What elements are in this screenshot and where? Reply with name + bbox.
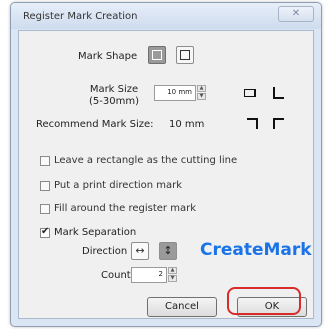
mark-separation-checkbox[interactable]: ✔ <box>40 226 50 238</box>
count-stepper[interactable]: ▲ ▼ <box>168 267 177 283</box>
cancel-button[interactable]: Cancel <box>147 297 217 317</box>
corner-br-icon <box>156 54 162 60</box>
spin-up-icon[interactable]: ▲ <box>197 85 206 92</box>
spin-down-icon[interactable]: ▼ <box>197 93 206 100</box>
checkmark-icon: ✔ <box>41 226 50 237</box>
mark-shape-corner-button[interactable] <box>148 46 166 64</box>
fill-around-label: Fill around the register mark <box>54 203 196 214</box>
count-up-icon[interactable]: ▲ <box>168 267 177 274</box>
register-mark-dialog: Register Mark Creation ✕ Mark Shape Mark… <box>10 2 322 327</box>
createmark-annotation: CreateMark <box>200 240 312 260</box>
rect-cut-checkbox[interactable] <box>40 156 50 166</box>
count-down-icon[interactable]: ▼ <box>168 275 177 282</box>
preview-small-rect-icon <box>244 89 256 97</box>
close-button[interactable]: ✕ <box>278 6 314 22</box>
mark-size-label: Mark Size <box>89 84 139 95</box>
mark-size-stepper[interactable]: ▲ ▼ <box>197 85 206 101</box>
recommend-size-value: 10 mm <box>169 119 205 130</box>
count-input[interactable]: 2 <box>131 267 167 283</box>
fill-around-checkbox[interactable] <box>40 204 50 214</box>
recommend-size-label: Recommend Mark Size: <box>36 119 154 130</box>
direction-horizontal-button[interactable]: ↔ <box>131 242 149 260</box>
bracket-br-icon <box>184 54 190 60</box>
mark-shape-label: Mark Shape <box>78 51 138 62</box>
rect-cut-label: Leave a rectangle as the cutting line <box>54 155 238 166</box>
preview-corner-bl-icon <box>247 118 258 129</box>
mark-separation-label: Mark Separation <box>54 227 137 238</box>
mark-size-range: (5-30mm) <box>89 96 139 107</box>
mark-shape-bracket-button[interactable] <box>176 46 194 64</box>
preview-corner-br-icon <box>273 118 284 129</box>
dialog-title: Register Mark Creation <box>23 11 138 22</box>
direction-label: Direction <box>82 246 128 257</box>
print-direction-label: Put a print direction mark <box>54 180 183 191</box>
ok-highlight-ring <box>227 287 301 315</box>
dialog-body: Mark Shape Mark Size (5-30mm) 10 mm ▲ ▼ <box>18 30 314 319</box>
mark-size-input[interactable]: 10 mm <box>154 85 196 101</box>
title-bar: Register Mark Creation ✕ <box>11 3 321 29</box>
preview-corner-tr-icon <box>273 87 284 99</box>
print-direction-checkbox[interactable] <box>40 181 50 191</box>
count-label: Count <box>101 270 131 281</box>
mark-preview <box>244 86 294 136</box>
direction-vertical-button[interactable]: ↕ <box>159 242 177 260</box>
